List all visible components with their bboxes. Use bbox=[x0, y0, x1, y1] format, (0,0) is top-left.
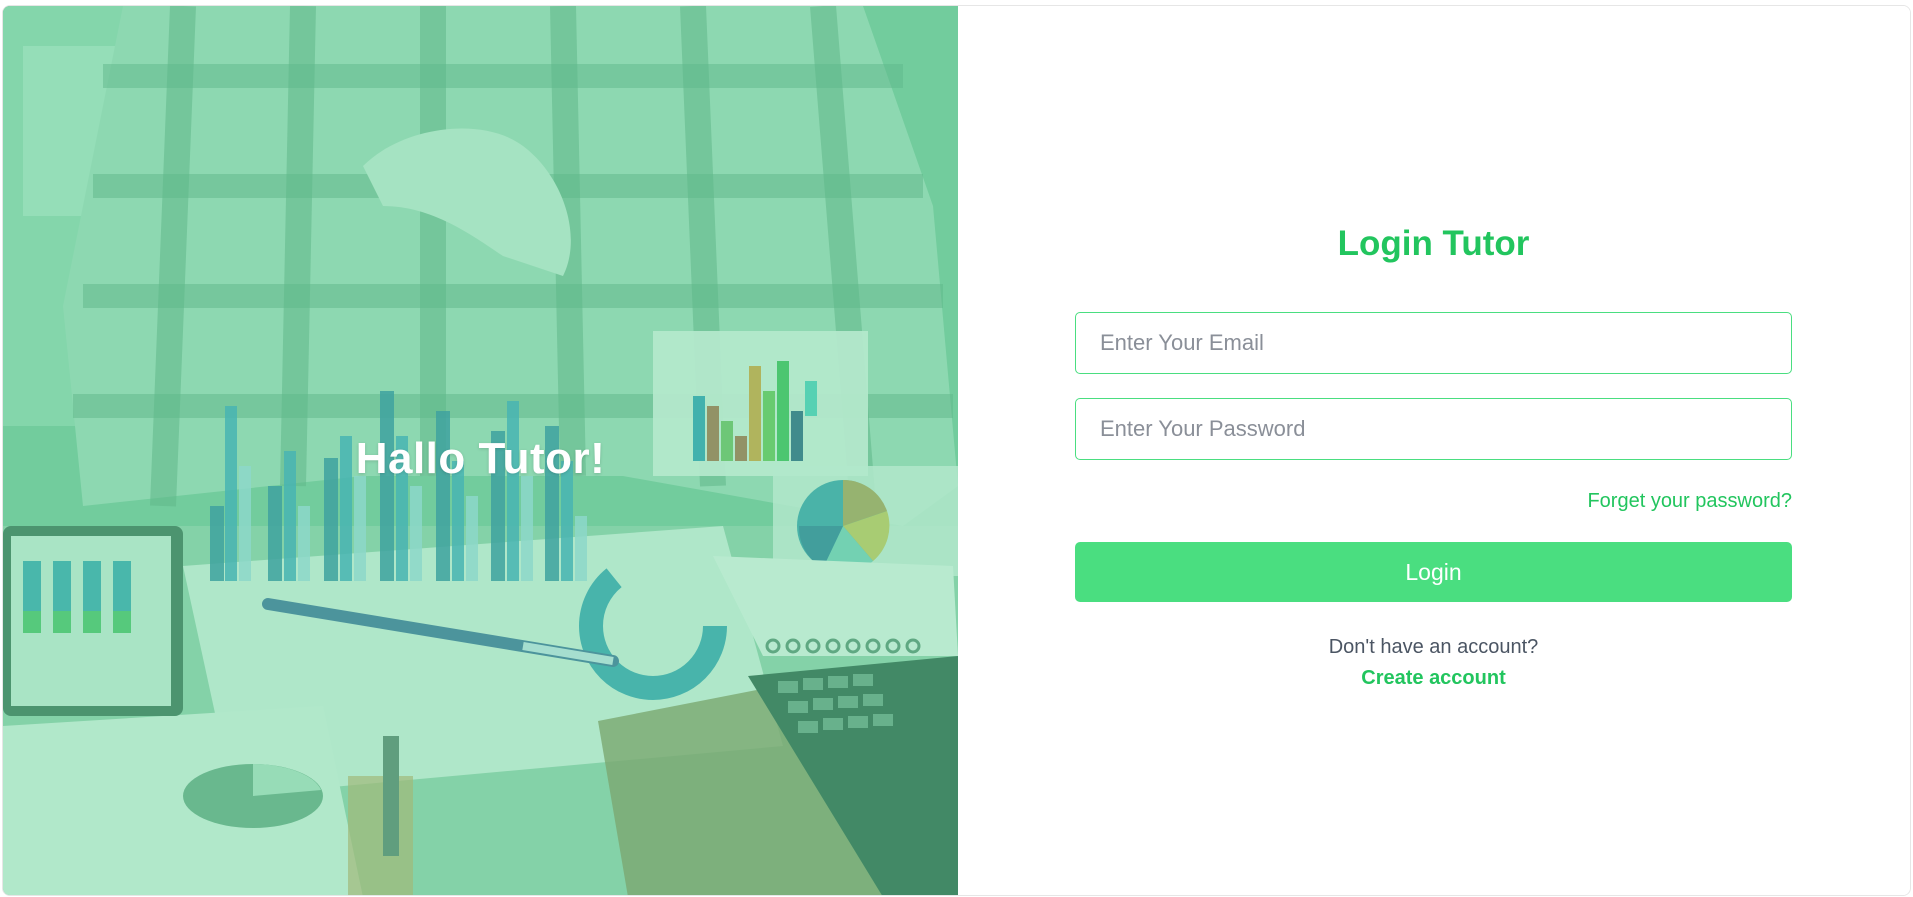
hero-greeting: Hallo Tutor! bbox=[355, 434, 606, 483]
hero-panel: Hallo Tutor! bbox=[3, 6, 958, 895]
password-field[interactable] bbox=[1075, 398, 1792, 460]
forgot-row: Forget your password? bbox=[1075, 490, 1792, 514]
forgot-password-link[interactable]: Forget your password? bbox=[1587, 490, 1792, 512]
login-button[interactable]: Login bbox=[1075, 542, 1792, 602]
login-panel: Login Tutor Forget your password? Login … bbox=[958, 6, 1910, 895]
page-title: Login Tutor bbox=[1337, 224, 1530, 263]
no-account-text: Don't have an account? bbox=[1328, 636, 1539, 658]
create-account-link[interactable]: Create account bbox=[1075, 667, 1792, 690]
email-field[interactable] bbox=[1075, 312, 1792, 374]
login-form: Login Tutor Forget your password? Login … bbox=[1075, 221, 1792, 690]
login-page: Hallo Tutor! Login Tutor Forget your pas… bbox=[2, 5, 1911, 896]
